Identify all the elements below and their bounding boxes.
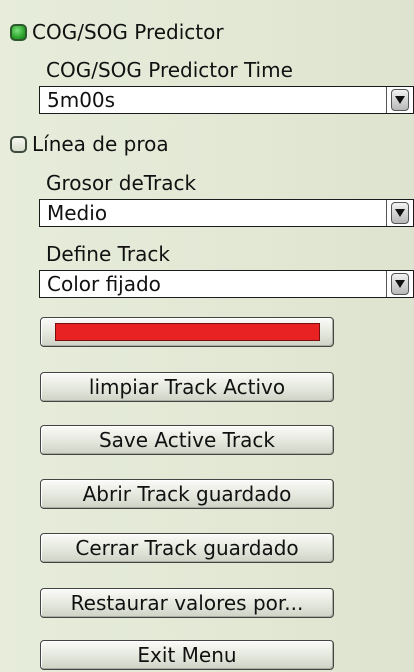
predictor-time-dropdown-button[interactable]	[386, 87, 412, 113]
track-color-button[interactable]	[40, 317, 334, 347]
track-settings-panel: COG/SOG Predictor COG/SOG Predictor Time…	[0, 0, 414, 672]
chevron-down-icon	[390, 202, 409, 224]
predictor-time-value: 5m00s	[47, 88, 116, 112]
define-track-dropdown-button[interactable]	[386, 271, 412, 297]
define-track-value: Color fijado	[47, 272, 161, 296]
exit-menu-button[interactable]: Exit Menu	[40, 640, 334, 670]
cog-sog-predictor-checkbox[interactable]	[10, 23, 27, 41]
track-width-label: Grosor deTrack	[46, 171, 197, 195]
save-active-track-button[interactable]: Save Active Track	[40, 425, 334, 455]
define-track-label: Define Track	[46, 242, 170, 266]
track-width-value: Medio	[47, 201, 108, 225]
track-color-swatch	[54, 323, 320, 341]
clear-active-track-button[interactable]: limpiar Track Activo	[40, 372, 334, 402]
predictor-time-label: COG/SOG Predictor Time	[46, 58, 293, 82]
open-saved-track-button[interactable]: Abrir Track guardado	[40, 479, 334, 509]
close-saved-track-button[interactable]: Cerrar Track guardado	[40, 533, 334, 563]
track-width-select[interactable]: Medio	[39, 199, 414, 227]
cog-sog-predictor-label: COG/SOG Predictor	[32, 20, 224, 44]
predictor-time-select[interactable]: 5m00s	[39, 86, 414, 114]
restore-defaults-button[interactable]: Restaurar valores por...	[40, 588, 334, 618]
chevron-down-icon	[390, 89, 409, 111]
cog-sog-predictor-option[interactable]: COG/SOG Predictor	[10, 18, 224, 46]
heading-line-label: Línea de proa	[32, 132, 169, 156]
chevron-down-icon	[390, 273, 409, 295]
heading-line-checkbox[interactable]	[10, 135, 27, 153]
track-width-dropdown-button[interactable]	[386, 200, 412, 226]
define-track-select[interactable]: Color fijado	[39, 270, 414, 298]
heading-line-option[interactable]: Línea de proa	[10, 130, 169, 158]
